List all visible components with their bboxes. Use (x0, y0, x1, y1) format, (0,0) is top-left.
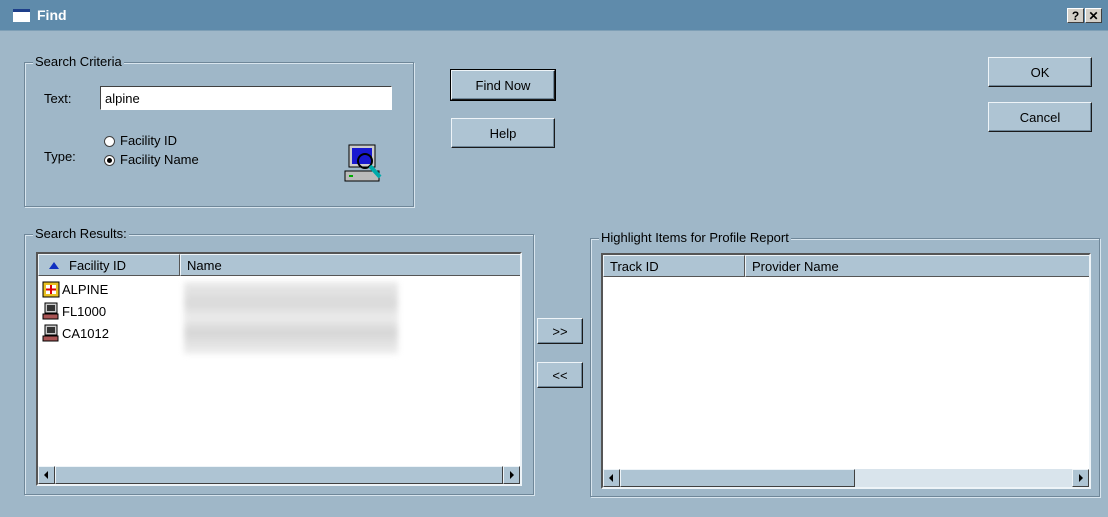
highlight-hscroll[interactable] (603, 469, 1089, 487)
search-results-legend: Search Results: (33, 226, 129, 241)
cancel-button[interactable]: Cancel (988, 102, 1092, 132)
help-title-button[interactable]: ? (1067, 8, 1084, 23)
find-now-button[interactable]: Find Now (450, 69, 556, 101)
scroll-right-button[interactable] (503, 466, 520, 484)
type-label: Type: (44, 149, 76, 164)
col-track-id-label: Track ID (610, 259, 659, 274)
col-name-label: Name (187, 258, 222, 273)
remove-from-highlight-button[interactable]: << (537, 362, 583, 388)
radio-facility-name-label[interactable]: Facility Name (120, 152, 199, 167)
col-header-name[interactable]: Name (180, 254, 520, 276)
list-item[interactable]: CA1012 (42, 322, 109, 344)
search-computer-icon (344, 144, 382, 182)
search-results-header: Facility ID Name (38, 254, 520, 276)
col-header-provider-name[interactable]: Provider Name (745, 255, 1089, 277)
col-facility-id-label: Facility ID (69, 258, 127, 273)
col-header-facility-id[interactable]: Facility ID (38, 254, 180, 276)
facility-id-text: CA1012 (62, 325, 109, 341)
highlight-legend: Highlight Items for Profile Report (599, 230, 791, 245)
search-criteria-group: Search Criteria Text: Type: Facility ID … (24, 54, 414, 207)
search-text-input[interactable] (100, 86, 392, 110)
facility-computer-icon (42, 324, 59, 342)
search-results-hscroll[interactable] (38, 466, 520, 484)
radio-facility-id-circle[interactable] (104, 136, 115, 147)
sort-ascending-icon (49, 262, 59, 269)
window-icon (13, 9, 30, 22)
facility-id-text: ALPINE (62, 281, 109, 297)
close-button[interactable]: ✕ (1085, 8, 1102, 23)
scroll-left-button[interactable] (603, 469, 620, 487)
window-title: Find (37, 7, 67, 23)
highlight-group: Highlight Items for Profile Report Track… (590, 230, 1100, 497)
scroll-thumb[interactable] (620, 469, 855, 487)
search-results-list[interactable]: Facility ID Name ALPINE FL1000 CA1012 (36, 252, 522, 486)
col-provider-name-label: Provider Name (752, 259, 839, 274)
blurred-names (184, 282, 398, 354)
radio-facility-name-circle[interactable] (104, 155, 115, 166)
col-header-track-id[interactable]: Track ID (603, 255, 745, 277)
search-results-body: ALPINE FL1000 CA1012 (38, 276, 520, 466)
title-bar: Find ? ✕ (0, 0, 1108, 31)
facility-computer-icon (42, 302, 59, 320)
text-label: Text: (44, 91, 72, 106)
facility-id-text: FL1000 (62, 303, 107, 319)
list-item[interactable]: ALPINE (42, 278, 108, 300)
ok-button[interactable]: OK (988, 57, 1092, 87)
scroll-thumb[interactable] (55, 466, 503, 484)
radio-facility-id-label[interactable]: Facility ID (120, 133, 177, 148)
list-item[interactable]: FL1000 (42, 300, 106, 322)
search-criteria-legend: Search Criteria (33, 54, 124, 69)
highlight-list[interactable]: Track ID Provider Name (601, 253, 1091, 489)
add-to-highlight-button[interactable]: >> (537, 318, 583, 344)
scroll-left-button[interactable] (38, 466, 55, 484)
search-results-group: Search Results: Facility ID Name ALPINE (24, 226, 534, 495)
highlight-header: Track ID Provider Name (603, 255, 1089, 277)
facility-hospital-icon (42, 281, 60, 298)
help-button[interactable]: Help (451, 118, 555, 148)
scroll-right-button[interactable] (1072, 469, 1089, 487)
